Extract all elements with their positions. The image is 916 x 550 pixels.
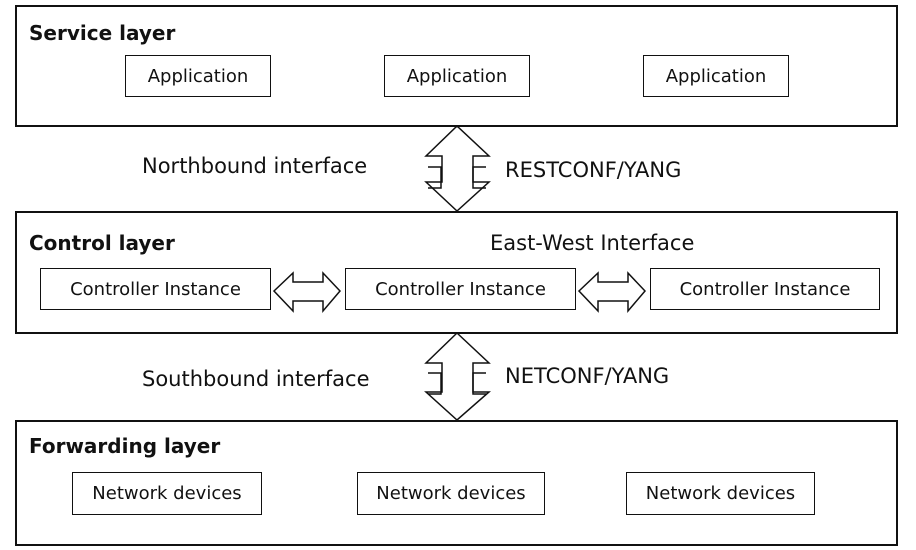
controller-instance-box: Controller Instance <box>40 268 271 310</box>
layer-title: Service layer <box>29 21 176 45</box>
bracket-icon <box>428 372 442 395</box>
application-box: Application <box>643 55 789 97</box>
network-devices-box: Network devices <box>72 472 262 515</box>
southbound-arrow <box>424 331 491 422</box>
layer-title: Control layer <box>29 231 175 255</box>
network-devices-box: Network devices <box>626 472 815 515</box>
network-devices-box: Network devices <box>357 472 545 515</box>
controller-instance-box: Controller Instance <box>345 268 576 310</box>
application-box: Application <box>125 55 271 97</box>
controller-instance-box: Controller Instance <box>650 268 880 310</box>
application-box: Application <box>384 55 530 97</box>
southbound-protocol: NETCONF/YANG <box>505 364 670 388</box>
layer-title: Forwarding layer <box>29 434 221 458</box>
northbound-arrow <box>424 124 491 213</box>
bracket-icon <box>472 372 486 395</box>
southbound-label: Southbound interface <box>142 367 370 391</box>
northbound-label: Northbound interface <box>142 154 368 178</box>
east-west-label: East-West Interface <box>490 231 695 255</box>
northbound-protocol: RESTCONF/YANG <box>505 158 682 182</box>
